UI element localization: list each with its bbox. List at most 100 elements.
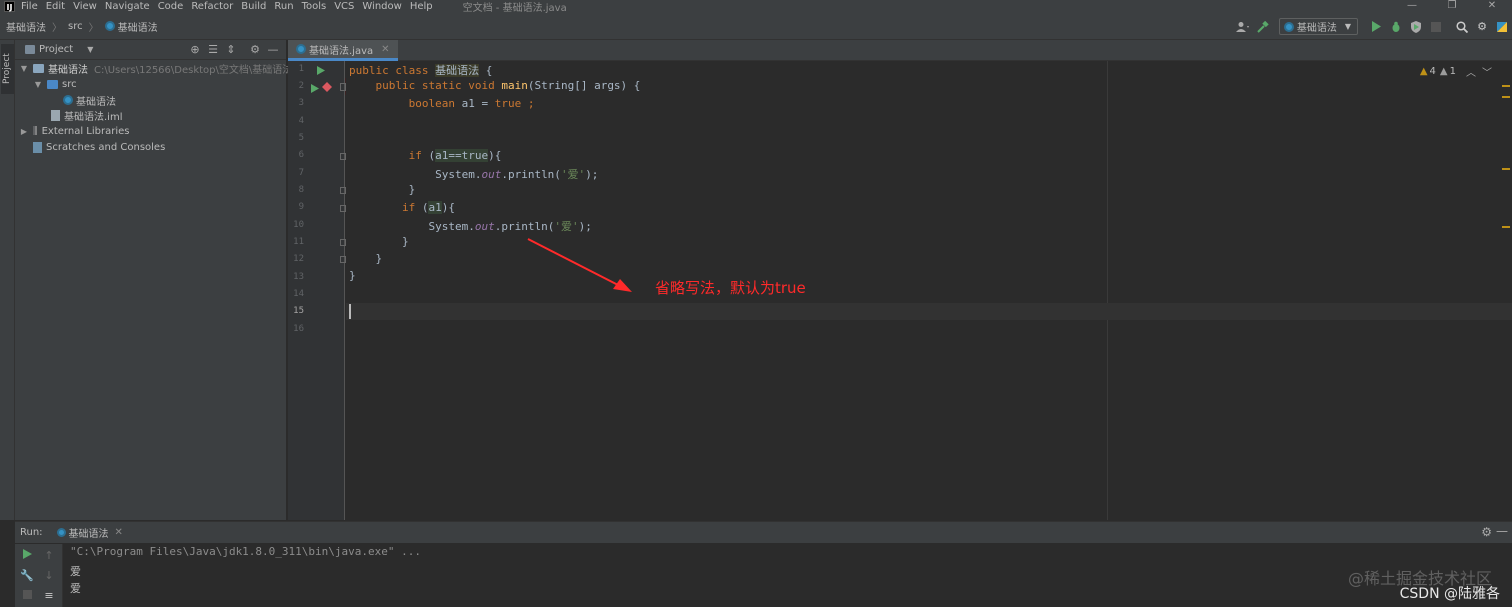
code-line-6: if (a1==true){ <box>408 149 502 162</box>
code-line-10: System.out.println('爱'); <box>428 220 592 233</box>
tree-item-project-root[interactable]: ▼ 基础语法 C:\Users\12566\Desktop\空文档\基础语法 <box>19 60 292 76</box>
menu-code[interactable]: Code <box>158 0 184 13</box>
scratches-icon <box>33 141 42 153</box>
menu-window[interactable]: Window <box>362 0 401 13</box>
line-number: 14 <box>293 289 304 299</box>
breadcrumb-project[interactable]: 基础语法 <box>6 19 46 34</box>
build-hammer-icon[interactable] <box>1255 19 1271 35</box>
tree-item-scratches[interactable]: Scratches and Consoles <box>33 139 165 155</box>
coverage-icon[interactable] <box>1408 19 1424 35</box>
breadcrumb-class-label: 基础语法 <box>117 22 158 34</box>
tree-item-src[interactable]: ▼ src <box>33 76 77 92</box>
menu-tools[interactable]: Tools <box>302 0 327 13</box>
run-tab[interactable]: 基础语法 ✕ <box>56 525 123 540</box>
line-number: 11 <box>293 237 304 247</box>
menu-run[interactable]: Run <box>274 0 293 13</box>
iml-file-icon <box>51 109 60 121</box>
tree-item-label: 基础语法 <box>76 96 116 108</box>
breadcrumb-src[interactable]: src <box>68 21 83 32</box>
tree-item-label: src <box>62 78 77 90</box>
hide-panel-icon[interactable]: — <box>1496 524 1508 538</box>
code-line-13: } <box>349 269 356 282</box>
menu-vcs[interactable]: VCS <box>334 0 354 13</box>
line-number: 16 <box>293 324 304 334</box>
menu-navigate[interactable]: Navigate <box>105 0 150 13</box>
settings-gear-icon[interactable]: ⚙ <box>1474 19 1490 35</box>
run-configuration-select[interactable]: 基础语法 ▼ <box>1278 18 1358 35</box>
locate-icon[interactable]: ⊕ <box>186 42 204 58</box>
project-tool-window-button[interactable]: Project <box>1 44 14 94</box>
tree-item-label: 基础语法 <box>48 64 88 76</box>
tree-item-iml[interactable]: 基础语法.iml <box>51 107 122 123</box>
rerun-icon[interactable] <box>19 548 35 564</box>
up-arrow-icon[interactable]: ↑ <box>41 548 57 564</box>
project-panel-header: Project ▼ ⊕ ☰ ⇕ ⚙ — <box>15 40 286 60</box>
inspection-widget[interactable]: ▲ 4 ▲ 1 ︿ ﹀ <box>1420 64 1492 79</box>
breadcrumb-separator-icon: 〉 <box>88 22 99 34</box>
stop-icon[interactable] <box>1428 19 1444 35</box>
menu-edit[interactable]: Edit <box>46 0 65 13</box>
run-gutter-icon[interactable] <box>311 83 319 96</box>
warning-count: 4 <box>1429 66 1436 77</box>
project-view-select[interactable]: Project <box>39 44 73 55</box>
editor-tabs: 基础语法.java ✕ <box>288 40 1512 61</box>
hide-panel-icon[interactable]: — <box>264 42 282 58</box>
down-arrow-icon[interactable]: ↓ <box>41 568 57 584</box>
editor-tab-active[interactable]: 基础语法.java ✕ <box>288 40 398 61</box>
code-line-3: boolean a1 = true ; <box>408 97 535 110</box>
warning-stripe-mark[interactable] <box>1502 168 1510 170</box>
menu-bar: IJ File Edit View Navigate Code Refactor… <box>0 0 1512 14</box>
tree-item-external-libraries[interactable]: ▶ ⫼ External Libraries <box>19 123 130 139</box>
stop-icon[interactable] <box>19 588 35 604</box>
breakpoint-icon[interactable] <box>322 82 332 95</box>
close-tab-icon[interactable]: ✕ <box>381 44 389 55</box>
restore-icon[interactable]: ❐ <box>1432 0 1472 13</box>
search-icon[interactable] <box>1454 19 1470 35</box>
run-icon[interactable] <box>1368 19 1384 35</box>
caret-line-highlight <box>346 303 1512 320</box>
line-number: 1 <box>298 64 304 74</box>
chevron-down-icon[interactable]: ▼ <box>19 64 29 73</box>
warning-stripe-mark[interactable] <box>1502 96 1510 98</box>
collapse-all-icon[interactable]: ⇕ <box>222 42 240 58</box>
chevron-up-icon[interactable]: ︿ <box>1466 64 1476 79</box>
menu-help[interactable]: Help <box>410 0 433 13</box>
warning-stripe-mark[interactable] <box>1502 226 1510 228</box>
menu-file[interactable]: File <box>21 0 38 13</box>
code-editor[interactable] <box>346 61 1512 520</box>
run-config-label: 基础语法 <box>1296 23 1337 34</box>
close-window-icon[interactable]: ✕ <box>1472 0 1512 13</box>
wrench-icon[interactable]: 🔧 <box>19 568 35 584</box>
navigation-bar: 基础语法 〉 src 〉 基础语法 基础语法 ▼ ⚙ <box>0 13 1512 40</box>
breadcrumb-class[interactable]: 基础语法 <box>104 19 158 34</box>
close-tab-icon[interactable]: ✕ <box>115 527 123 538</box>
gear-icon[interactable]: ⚙ <box>1481 525 1492 539</box>
window-title: 空文档 - 基础语法.java <box>462 3 567 14</box>
soft-wrap-icon[interactable]: ≡ <box>41 588 57 604</box>
chevron-down-icon[interactable]: ▼ <box>87 45 93 54</box>
menu-build[interactable]: Build <box>241 0 266 13</box>
weak-warning-icon: ▲ <box>1439 66 1448 77</box>
tree-item-label: External Libraries <box>41 125 130 137</box>
menu-view[interactable]: View <box>73 0 97 13</box>
tree-item-label: Scratches and Consoles <box>46 141 166 153</box>
chevron-down-icon[interactable]: ▼ <box>33 80 43 89</box>
line-number: 2 <box>298 81 304 91</box>
run-gutter-icon[interactable] <box>317 65 325 78</box>
editor-gutter[interactable]: 1 2 3 4 5 6 7 8 9 10 11 12 13 14 15 16 <box>288 61 346 520</box>
chevron-down-icon[interactable]: ﹀ <box>1482 64 1492 79</box>
expand-all-icon[interactable]: ☰ <box>204 42 222 58</box>
gear-icon[interactable]: ⚙ <box>246 42 264 58</box>
line-number: 10 <box>293 220 304 230</box>
editor-tab-label: 基础语法.java <box>309 45 374 57</box>
module-folder-icon <box>33 63 44 73</box>
chevron-right-icon[interactable]: ▶ <box>19 127 29 136</box>
debug-icon[interactable] <box>1388 19 1404 35</box>
user-icon[interactable] <box>1235 19 1251 35</box>
warning-stripe-mark[interactable] <box>1502 85 1510 87</box>
tree-item-class[interactable]: 基础语法 <box>63 92 116 108</box>
minimize-icon[interactable]: — <box>1392 0 1432 13</box>
menu-refactor[interactable]: Refactor <box>191 0 233 13</box>
updates-icon[interactable] <box>1494 19 1510 35</box>
java-class-icon <box>104 21 115 31</box>
